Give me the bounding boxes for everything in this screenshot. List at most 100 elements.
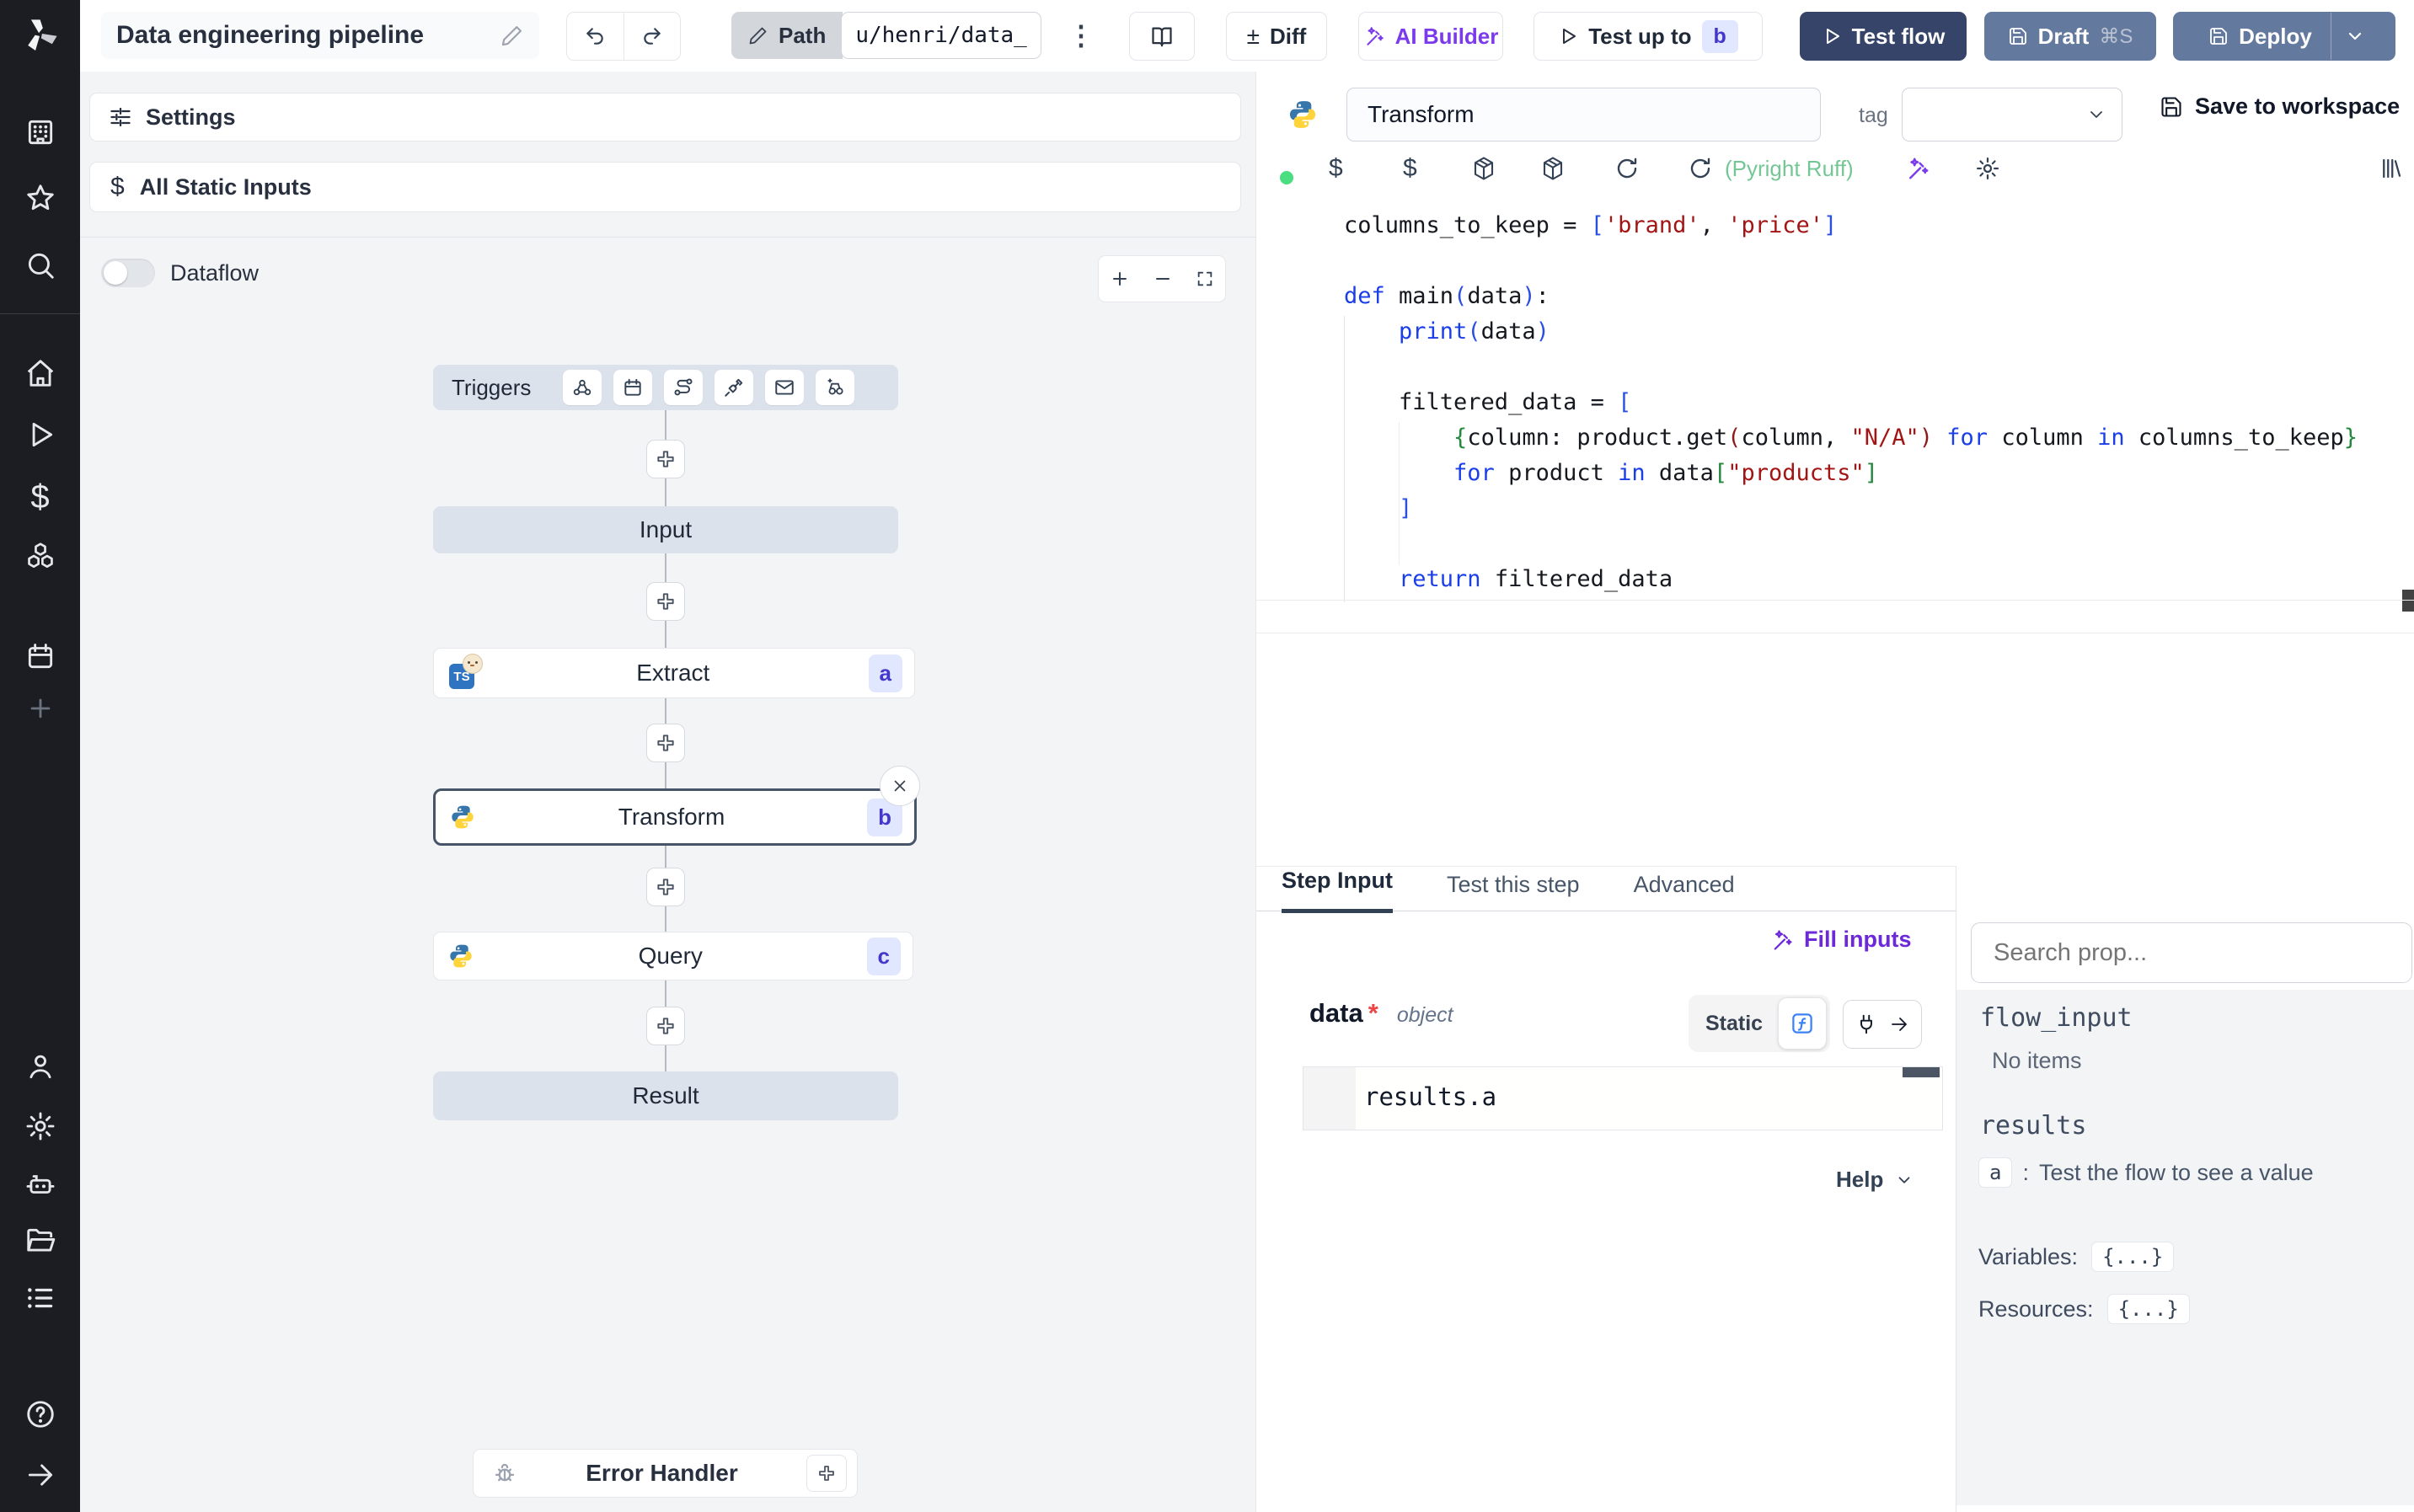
help-icon[interactable]	[0, 1398, 80, 1430]
search-icon[interactable]	[0, 249, 80, 281]
dollar-var-icon[interactable]: $	[1329, 154, 1343, 183]
expr-scrollbar-thumb[interactable]	[1903, 1067, 1940, 1077]
package-icon[interactable]	[1540, 156, 1566, 181]
variables-dollar-icon[interactable]: $	[0, 478, 80, 516]
websocket-trigger-icon[interactable]	[715, 370, 754, 405]
user-icon[interactable]	[0, 1050, 80, 1082]
step-name-input[interactable]	[1346, 88, 1821, 142]
tag-select[interactable]	[1902, 88, 2122, 142]
home-icon[interactable]	[0, 357, 80, 389]
sidebar-divider	[0, 313, 80, 314]
gear-icon[interactable]	[1975, 156, 2000, 181]
result-a-row[interactable]: a : Test the flow to see a value	[1956, 1141, 2414, 1188]
add-step-button[interactable]	[646, 868, 685, 906]
transform-node-selected[interactable]: Transform b	[433, 788, 917, 846]
undo-button[interactable]	[567, 25, 624, 47]
workers-robot-icon[interactable]	[0, 1168, 80, 1200]
test-flow-button[interactable]: Test flow	[1800, 12, 1967, 61]
ai-builder-button[interactable]: AI Builder	[1358, 12, 1503, 61]
code-editor[interactable]: columns_to_keep = ['brand', 'price'] def…	[1256, 198, 2414, 612]
add-step-button[interactable]	[646, 440, 685, 478]
tag-label: tag	[1859, 104, 1888, 127]
function-mode-button[interactable]	[1778, 997, 1828, 1050]
redo-button[interactable]	[624, 25, 681, 47]
flow-title-box[interactable]: Data engineering pipeline	[101, 12, 539, 59]
dataflow-toggle[interactable]	[101, 259, 155, 287]
fit-view-icon[interactable]	[1196, 270, 1214, 288]
flow-input-section-label[interactable]: flow_input	[1956, 990, 2414, 1033]
input-node[interactable]: Input	[433, 506, 898, 553]
connect-input-group[interactable]	[1843, 1000, 1922, 1049]
folders-icon[interactable]	[0, 1225, 80, 1257]
search-prop-input[interactable]	[1971, 922, 2412, 983]
favorites-star-icon[interactable]	[0, 182, 80, 214]
resources-value-badge[interactable]: {...}	[2106, 1294, 2190, 1324]
add-step-button[interactable]	[646, 582, 685, 621]
variables-value-badge[interactable]: {...}	[2091, 1242, 2175, 1272]
tab-test-this-step[interactable]: Test this step	[1447, 872, 1580, 913]
windmill-logo[interactable]	[0, 15, 80, 54]
add-step-button[interactable]	[646, 1007, 685, 1045]
tab-step-input[interactable]: Step Input	[1282, 868, 1393, 913]
package-icon[interactable]	[1471, 156, 1496, 181]
delete-step-button[interactable]	[880, 766, 920, 806]
path-button[interactable]: Path u/henri/data_	[731, 12, 1041, 59]
webhook-trigger-icon[interactable]	[563, 370, 602, 405]
diff-button[interactable]: ± Diff	[1226, 12, 1327, 61]
kebab-menu-icon[interactable]: ⋮	[1064, 12, 1098, 59]
step-editor-panel: tag Save to workspace $ $ (Pyright Ruff)…	[1255, 72, 2414, 1512]
library-icon[interactable]	[2379, 156, 2404, 181]
error-handler-node[interactable]: Error Handler	[473, 1449, 858, 1498]
wand-icon	[1366, 27, 1384, 45]
dollar-var-icon[interactable]: $	[1403, 154, 1417, 183]
refresh-icon[interactable]	[1688, 156, 1713, 181]
query-node[interactable]: Query c	[433, 932, 913, 980]
result-hint: Test the flow to see a value	[2038, 1159, 2314, 1185]
result-node[interactable]: Result	[433, 1071, 898, 1120]
save-to-workspace-button[interactable]: Save to workspace	[2160, 93, 2400, 120]
zoom-in-icon[interactable]	[1110, 269, 1130, 289]
zoom-out-icon[interactable]	[1153, 269, 1173, 289]
docs-book-button[interactable]	[1129, 12, 1195, 61]
add-error-handler-button[interactable]	[806, 1455, 847, 1492]
tab-advanced[interactable]: Advanced	[1634, 872, 1735, 913]
settings-gear-icon[interactable]	[0, 1110, 80, 1142]
expand-arrow-icon[interactable]	[0, 1459, 80, 1491]
test-up-to-button[interactable]: Test up to b	[1534, 12, 1763, 61]
flow-settings-button[interactable]: Settings	[89, 93, 1241, 142]
plus-minus-icon: ±	[1246, 23, 1261, 49]
draft-label: Draft	[2037, 23, 2090, 49]
schedule-trigger-icon[interactable]	[613, 370, 653, 405]
runs-play-icon[interactable]	[0, 419, 80, 451]
result-key-badge[interactable]: a	[1978, 1157, 2013, 1188]
variables-row[interactable]: Variables: {...}	[1956, 1188, 2414, 1272]
help-dropdown[interactable]: Help	[1836, 1167, 1914, 1193]
logs-list-icon[interactable]	[0, 1282, 80, 1314]
fill-inputs-button[interactable]: Fill inputs	[1770, 927, 1912, 953]
expr-editor[interactable]: results.a	[1303, 1066, 1943, 1130]
extract-node-label: Extract	[636, 660, 710, 686]
workspace-building-icon[interactable]	[0, 116, 80, 148]
route-trigger-icon[interactable]	[664, 370, 704, 405]
email-trigger-icon[interactable]	[765, 370, 805, 405]
add-plus-icon[interactable]	[0, 694, 80, 723]
deploy-dropdown-chevron[interactable]	[2331, 26, 2379, 46]
refresh-icon[interactable]	[1614, 156, 1640, 181]
variables-label: Variables:	[1978, 1243, 2079, 1269]
schedules-calendar-icon[interactable]	[0, 640, 80, 672]
all-static-inputs-button[interactable]: $ All Static Inputs	[89, 162, 1241, 212]
add-step-button[interactable]	[646, 724, 685, 762]
resources-cubes-icon[interactable]	[0, 540, 80, 572]
ai-wand-icon[interactable]	[1905, 156, 1930, 181]
results-section-label[interactable]: results	[1956, 1074, 2414, 1141]
editor-scrollbar-thumb[interactable]	[2402, 590, 2414, 612]
extract-node[interactable]: TS Extract a	[433, 648, 915, 698]
triggers-node[interactable]: Triggers	[433, 365, 898, 410]
resources-row[interactable]: Resources: {...}	[1956, 1272, 2414, 1324]
draft-button[interactable]: Draft ⌘S	[1984, 12, 2156, 61]
deploy-button[interactable]: Deploy	[2173, 12, 2395, 61]
poll-watch-trigger-icon[interactable]	[816, 370, 855, 405]
edit-pencil-icon[interactable]	[500, 24, 524, 47]
path-value[interactable]: u/henri/data_	[841, 12, 1041, 59]
expr-value[interactable]: results.a	[1356, 1067, 1942, 1111]
